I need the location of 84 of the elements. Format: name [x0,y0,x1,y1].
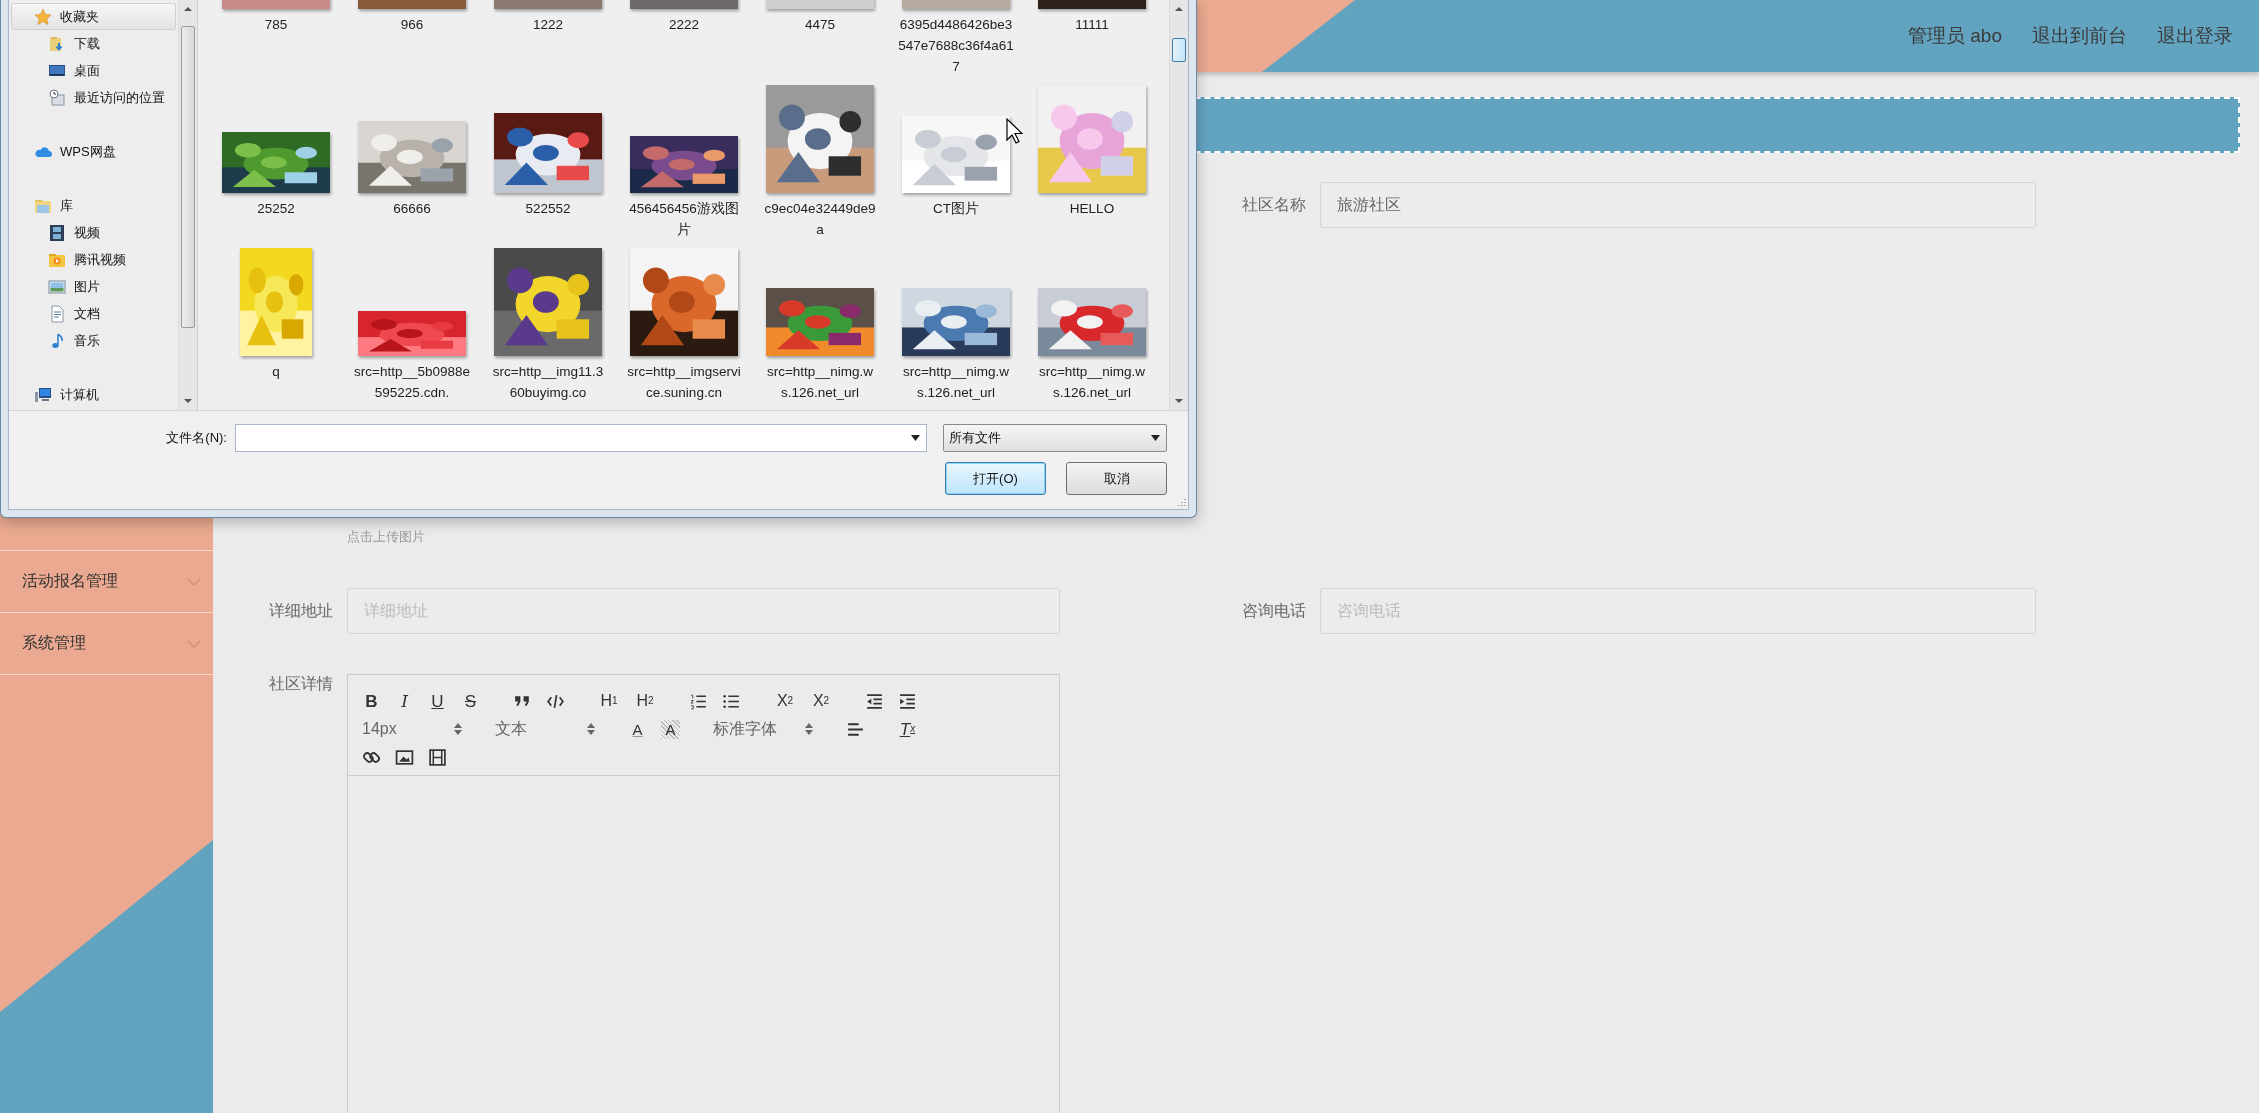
outdent-icon[interactable] [865,691,884,711]
file-item[interactable]: 456456456游戏图片 [616,83,752,240]
header-link[interactable]: 退出登录 [2157,23,2233,49]
file-item[interactable]: HELLO [1024,83,1160,240]
updown-arrows-icon [587,723,595,735]
updown-arrows-icon [805,723,813,735]
nav-item[interactable]: 下载 [11,30,176,57]
file-item[interactable]: 11111 [1024,0,1160,77]
nav-item[interactable]: 图片 [11,273,176,300]
dialog-button[interactable]: 打开(O) [945,462,1046,495]
film-icon[interactable] [428,747,447,767]
file-item[interactable]: src=http__nimg.ws.126.net_url [888,246,1024,403]
highlight-button[interactable]: A [661,719,680,739]
nav-item[interactable]: 计算机 [11,381,176,408]
filename-field[interactable] [235,424,927,452]
file-item[interactable]: 966 [344,0,480,77]
scroll-thumb[interactable] [1172,38,1186,62]
file-item[interactable]: src=http__nimg.ws.126.net_url [752,246,888,403]
image-icon[interactable] [395,747,414,767]
star-icon [34,7,52,26]
up-arrow-icon[interactable] [1175,7,1183,11]
sidebar-item[interactable]: 活动报名管理 [0,551,213,613]
nav-item[interactable]: 音乐 [11,327,176,354]
nav-item[interactable]: 文档 [11,300,176,327]
chevron-down-icon [187,639,201,648]
file-item[interactable]: 2222 [616,0,752,77]
dropdown[interactable]: 标准字体 [713,718,813,740]
file-item[interactable]: c9ec04e32449de9a [752,83,888,240]
file-item[interactable]: 785 [208,0,344,77]
font-color-button[interactable]: A [628,719,647,739]
header-link[interactable]: 退出到前台 [2032,23,2127,49]
file-item[interactable]: 1222 [480,0,616,77]
file-item[interactable]: 25252 [208,83,344,240]
nav-item[interactable]: 视频 [11,219,176,246]
down-arrow-icon[interactable] [184,399,192,403]
file-item[interactable]: src=http__img11.360buyimg.co [480,246,616,403]
caret-icon [1151,435,1160,441]
file-item[interactable]: 6395d4486426be3547e7688c36f4a617 [888,0,1024,77]
down-arrow-icon[interactable] [1175,399,1183,403]
cursor-icon [1006,118,1023,144]
nav-item[interactable]: 腾讯视频 [11,246,176,273]
scrollbar[interactable] [178,0,197,410]
bold-button[interactable]: B [362,691,381,711]
file-item[interactable]: src=http__imgservice.suning.cn [616,246,752,403]
caret-icon [911,435,920,441]
resize-grip-icon [1176,497,1186,507]
scroll-thumb[interactable] [181,26,195,328]
nav-item[interactable]: WPS网盘 [11,138,176,165]
field-label: 社区名称 [1241,194,1306,215]
sidebar-item[interactable]: 系统管理 [0,613,213,675]
nav-item[interactable]: 最近访问的位置 [11,84,176,111]
dialog-button[interactable]: 取消 [1066,462,1167,495]
dropdown[interactable]: 文本 [495,718,595,740]
file-item[interactable]: src=http__nimg.ws.126.net_url [1024,246,1160,403]
field-label: 社区详情 [268,674,333,694]
input-field[interactable]: 旅游社区 [1320,182,2036,228]
film-icon [48,223,66,242]
computer-icon [34,385,52,404]
field-label: 详细地址 [268,600,333,621]
file-item[interactable]: 66666 [344,83,480,240]
chevron-down-icon [187,577,201,586]
header-link[interactable]: 管理员 abo [1908,23,2002,49]
file-item[interactable]: q [208,246,344,403]
filename-label: 文件名(N): [166,429,227,447]
file-item[interactable]: 4475 [752,0,888,77]
up-arrow-icon[interactable] [184,7,192,11]
file-type-dropdown[interactable]: 所有文件 [943,424,1167,452]
nav-item[interactable]: 库 [11,192,176,219]
nav-item[interactable]: 桌面 [11,57,176,84]
file-item[interactable]: src=http__5b0988e595225.cdn. [344,246,480,403]
clock-icon [48,88,66,107]
strikethrough-button[interactable]: S [461,691,480,711]
nav-item[interactable]: 收藏夹 [11,3,176,30]
underline-button[interactable]: U [428,691,447,711]
picture-icon [48,277,66,296]
file-item[interactable]: 522552 [480,83,616,240]
scrollbar[interactable] [1169,0,1188,410]
field-label: 咨询电话 [1241,600,1306,621]
italic-button[interactable]: I [395,691,414,711]
dropdown[interactable]: 14px [362,720,462,738]
document-icon [48,304,66,323]
file-item[interactable]: CT图片 [888,83,1024,240]
updown-arrows-icon [454,723,462,735]
indent-icon[interactable] [898,691,917,711]
